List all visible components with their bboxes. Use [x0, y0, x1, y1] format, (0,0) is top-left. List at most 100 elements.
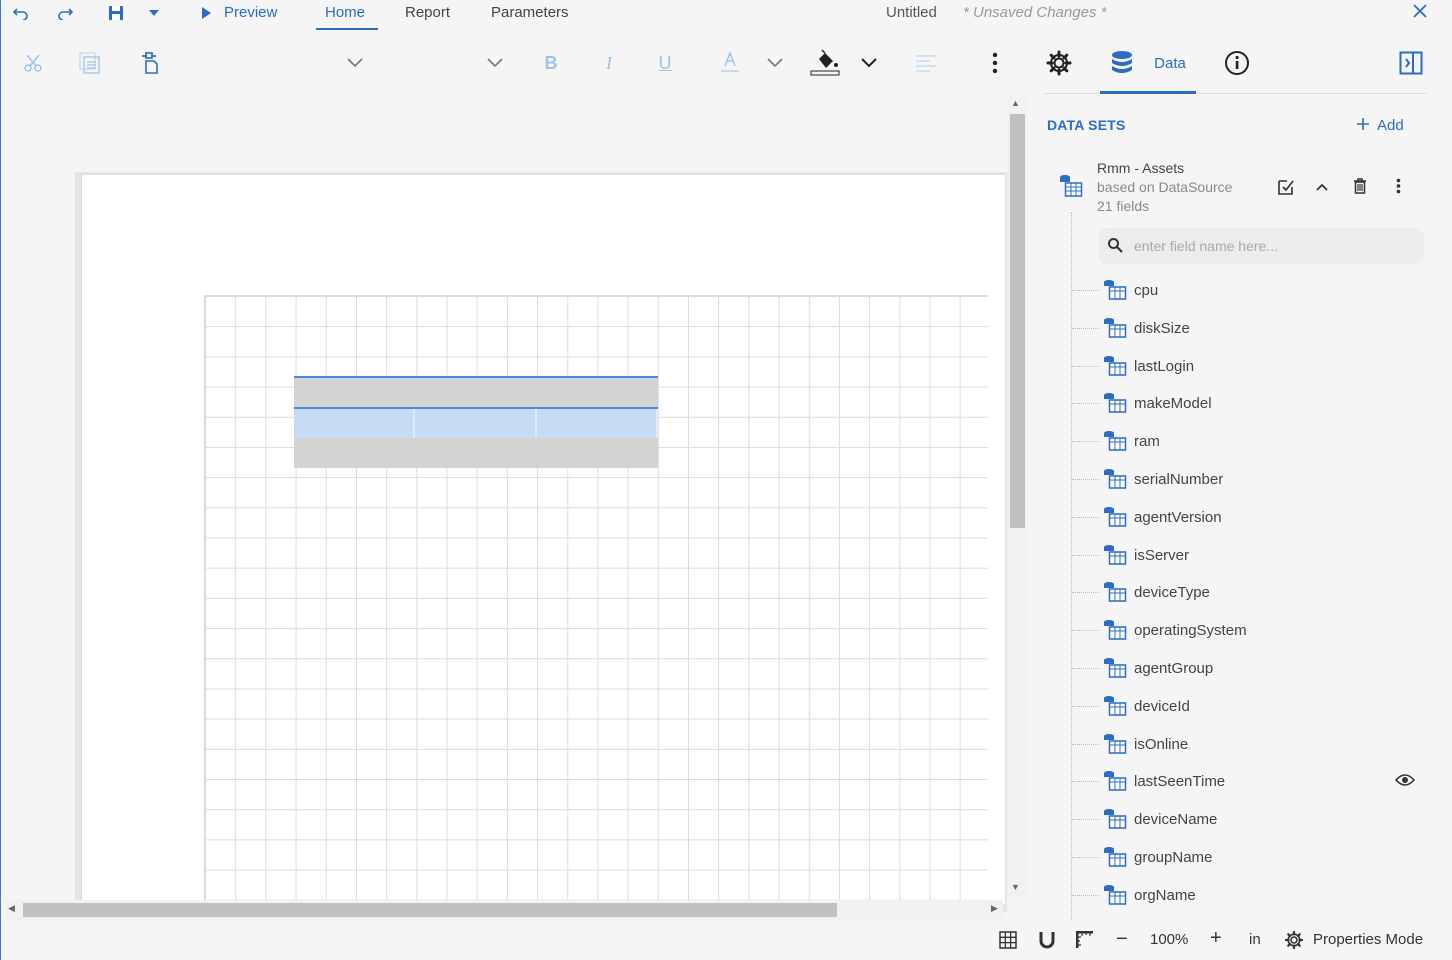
table-cell[interactable] [294, 409, 416, 438]
zoom-level[interactable]: 100% [1150, 931, 1188, 948]
scroll-left-arrow-icon[interactable]: ◀ [8, 903, 15, 914]
field-item[interactable]: lastSeenTime [1071, 767, 1431, 797]
close-icon[interactable] [1413, 1, 1427, 24]
field-icon [1103, 808, 1127, 830]
play-icon[interactable] [194, 3, 218, 23]
grid-toggle-icon[interactable] [999, 931, 1017, 953]
font-color-dropdown-icon[interactable] [763, 48, 787, 78]
table-cell[interactable] [537, 378, 658, 407]
tree-connector [1072, 327, 1100, 329]
cut-icon[interactable] [21, 48, 45, 78]
eye-icon[interactable] [1394, 773, 1416, 792]
database-icon[interactable] [1108, 48, 1136, 78]
copy-icon[interactable] [78, 48, 102, 78]
font-family-dropdown-icon[interactable] [343, 48, 367, 78]
field-label: ram [1134, 433, 1160, 451]
more-options-icon[interactable] [985, 48, 1005, 78]
bold-icon[interactable]: B [541, 48, 561, 78]
scroll-up-arrow-icon[interactable]: ▲ [1011, 98, 1020, 108]
field-item[interactable]: serialNumber [1071, 465, 1431, 495]
collapse-chevron-up-icon[interactable] [1316, 178, 1328, 196]
field-icon [1103, 770, 1127, 792]
field-icon [1103, 279, 1127, 301]
italic-icon[interactable]: I [599, 48, 619, 78]
field-icon [1103, 392, 1127, 414]
menu-report[interactable]: Report [405, 4, 450, 21]
field-item[interactable]: diskSize [1071, 314, 1431, 344]
table-cell[interactable] [294, 378, 415, 407]
properties-gear-icon [1284, 930, 1304, 953]
zoom-in-icon[interactable]: + [1210, 927, 1222, 950]
save-dropdown-icon[interactable] [142, 3, 166, 23]
field-item[interactable]: agentGroup [1071, 654, 1431, 684]
field-item[interactable]: orgName [1071, 881, 1431, 911]
underline-icon[interactable]: U [655, 48, 675, 78]
fill-color-dropdown-icon[interactable] [857, 48, 881, 78]
field-item[interactable]: isOnline [1071, 730, 1431, 760]
table-cell[interactable] [415, 409, 537, 438]
snap-magnet-icon[interactable] [1038, 931, 1056, 953]
menu-preview[interactable]: Preview [224, 4, 277, 21]
field-icon [1103, 468, 1127, 490]
fill-color-icon[interactable] [809, 48, 841, 78]
table-cell[interactable] [415, 378, 536, 407]
unit-selector[interactable]: in [1249, 931, 1261, 948]
field-item[interactable]: makeModel [1071, 389, 1431, 419]
field-item[interactable]: isServer [1071, 541, 1431, 571]
tree-connector [1072, 365, 1100, 367]
tree-connector [1072, 705, 1100, 707]
tab-data[interactable]: Data [1153, 48, 1187, 78]
field-icon [1103, 695, 1127, 717]
undo-icon[interactable] [9, 3, 33, 23]
table-widget[interactable] [294, 376, 658, 468]
font-size-dropdown-icon[interactable] [483, 48, 507, 78]
field-item[interactable]: agentVersion [1071, 503, 1431, 533]
tree-connector [1072, 554, 1100, 556]
dataset-more-icon[interactable] [1396, 178, 1401, 199]
field-item[interactable]: groupName [1071, 843, 1431, 873]
save-icon[interactable] [104, 3, 128, 23]
table-cell[interactable] [537, 409, 658, 438]
align-icon[interactable] [913, 48, 939, 78]
field-item[interactable]: deviceName [1071, 805, 1431, 835]
settings-gear-icon[interactable] [1045, 48, 1073, 78]
info-icon[interactable] [1223, 48, 1251, 78]
field-icon [1103, 544, 1127, 566]
field-item[interactable]: lastLogin [1071, 352, 1431, 382]
menu-parameters[interactable]: Parameters [491, 4, 569, 21]
add-dataset-button[interactable]: Add [1357, 117, 1404, 134]
table-footer-row[interactable] [294, 438, 658, 468]
menu-home[interactable]: Home [325, 4, 365, 21]
ruler-icon[interactable] [1075, 930, 1094, 953]
table-detail-row[interactable] [294, 407, 658, 438]
field-item[interactable]: deviceType [1071, 578, 1431, 608]
field-search-input[interactable] [1134, 236, 1404, 256]
dataset-name[interactable]: Rmm - Assets [1097, 160, 1184, 176]
field-item[interactable]: ram [1071, 427, 1431, 457]
scroll-down-arrow-icon[interactable]: ▼ [1011, 882, 1020, 892]
edit-dataset-icon[interactable] [1277, 178, 1295, 201]
properties-mode-button[interactable]: Properties Mode [1313, 931, 1423, 948]
delete-trash-icon[interactable] [1353, 178, 1367, 199]
table-header-row[interactable] [294, 376, 658, 407]
tree-connector [1072, 668, 1100, 669]
field-item[interactable]: deviceId [1071, 692, 1431, 722]
tree-connector [1072, 894, 1100, 896]
redo-icon[interactable] [53, 3, 77, 23]
tree-connector [1072, 592, 1100, 594]
table-cell[interactable] [294, 438, 658, 468]
tree-connector [1072, 819, 1100, 821]
horizontal-scroll-thumb[interactable] [23, 903, 837, 917]
field-label: deviceId [1134, 697, 1190, 715]
field-icon [1103, 846, 1127, 868]
toggle-panel-icon[interactable] [1398, 48, 1424, 78]
report-title: Untitled [886, 4, 937, 21]
paste-icon[interactable] [137, 48, 161, 78]
active-tab-indicator [316, 28, 378, 30]
font-color-icon[interactable] [717, 48, 743, 78]
field-item[interactable]: cpu [1071, 276, 1431, 306]
field-item[interactable]: operatingSystem [1071, 616, 1431, 646]
vertical-scroll-thumb[interactable] [1010, 114, 1025, 528]
zoom-out-icon[interactable]: − [1116, 928, 1128, 951]
scroll-right-arrow-icon[interactable]: ▶ [991, 903, 998, 914]
